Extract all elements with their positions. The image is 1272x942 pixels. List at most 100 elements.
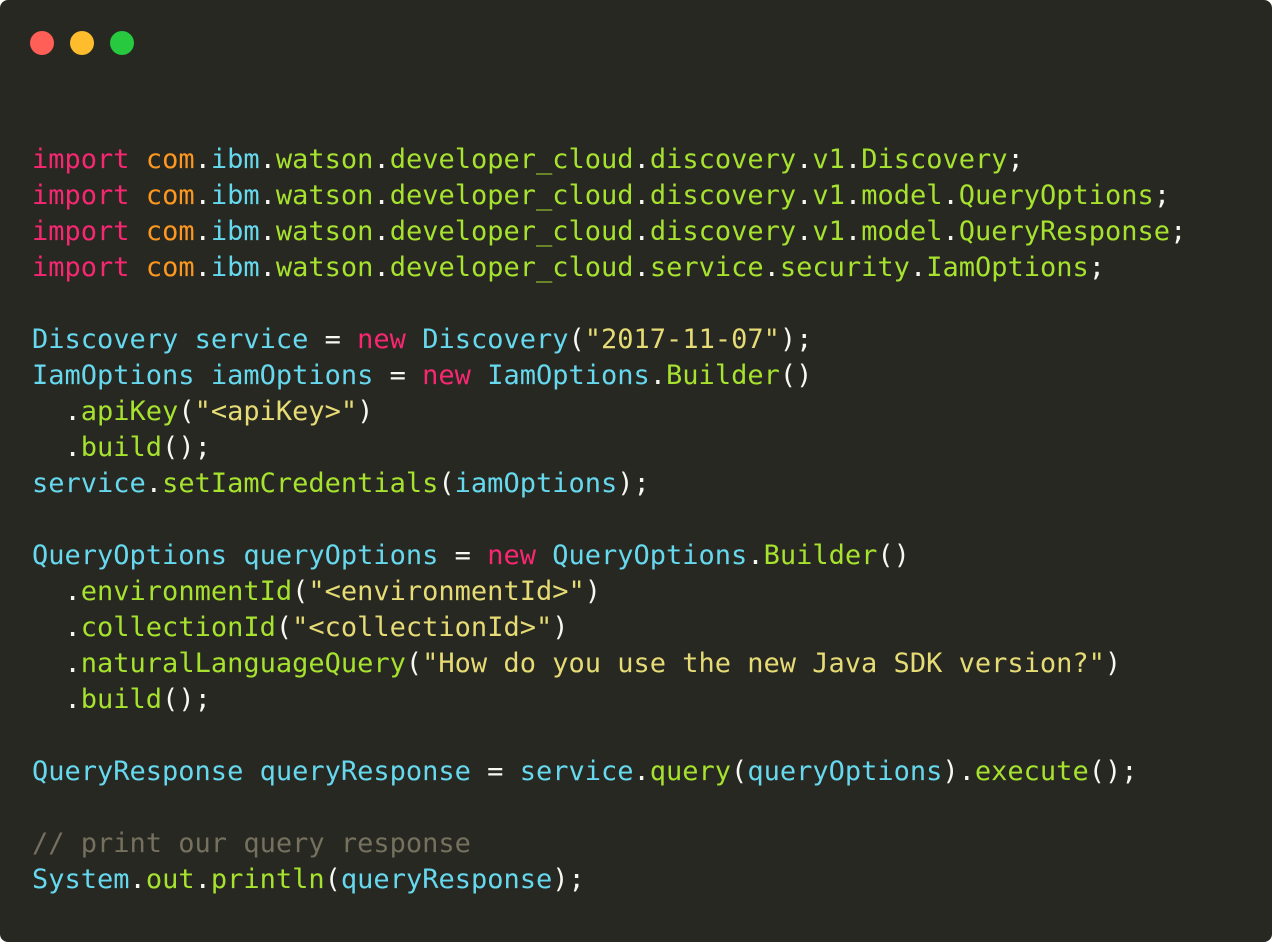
code-token: () — [779, 360, 813, 391]
code-token: apiKey — [80, 396, 179, 427]
code-token: com — [145, 180, 195, 211]
code-token: ); — [617, 468, 650, 499]
code-token: ( — [438, 468, 455, 499]
code-token: model — [861, 180, 943, 211]
code-line: .naturalLanguageQuery("How do you use th… — [32, 646, 1186, 682]
code-token: build — [80, 432, 163, 463]
code-token: ibm — [210, 180, 260, 211]
code-token: ) — [552, 612, 569, 643]
code-token: v1 — [812, 180, 845, 211]
code-token: com — [145, 252, 195, 283]
window-controls — [30, 31, 134, 55]
code-token: Discovery — [422, 324, 569, 355]
code-token: naturalLanguageQuery — [80, 648, 406, 679]
code-token: ( — [405, 648, 423, 679]
code-token: . — [796, 216, 813, 247]
code-token: model — [861, 216, 943, 247]
code-token: ( — [324, 864, 341, 895]
code-token: (); — [162, 432, 211, 463]
code-token: service — [32, 468, 146, 499]
code-token: . — [633, 180, 650, 211]
code-token: service — [519, 756, 634, 787]
code-token: . — [373, 252, 390, 283]
code-token: . — [194, 144, 211, 175]
code-token: . — [649, 360, 667, 391]
code-token: . — [32, 648, 81, 679]
code-line: Discovery service = new Discovery("2017-… — [32, 322, 1186, 358]
code-token: . — [32, 684, 81, 715]
code-token: . — [259, 252, 276, 283]
code-line: IamOptions iamOptions = new IamOptions.B… — [32, 358, 1186, 394]
code-token: ( — [292, 576, 309, 607]
code-token: ) — [584, 576, 601, 607]
code-line: QueryResponse queryResponse = service.qu… — [32, 754, 1186, 790]
code-token: IamOptions — [926, 252, 1089, 283]
code-token: . — [32, 396, 81, 427]
code-token: . — [194, 216, 211, 247]
minimize-button[interactable] — [70, 31, 94, 55]
code-token: = — [438, 540, 488, 571]
code-token: . — [259, 216, 276, 247]
code-token: QueryOptions — [958, 180, 1154, 211]
code-token: . — [32, 612, 81, 643]
code-token: iamOptions — [454, 468, 618, 499]
code-token: QueryOptions — [552, 540, 748, 571]
code-token: collectionId — [80, 612, 276, 643]
code-token: import — [32, 252, 130, 283]
code-token: discovery — [649, 144, 797, 175]
code-token: IamOptions — [32, 360, 195, 391]
code-line: .environmentId("<environmentId>") — [32, 574, 1186, 610]
code-token: . — [373, 216, 390, 247]
code-token: = — [373, 360, 423, 391]
code-token: . — [844, 180, 862, 211]
code-token: ibm — [210, 144, 260, 175]
code-token: service — [194, 324, 309, 355]
code-token: . — [909, 252, 927, 283]
maximize-button[interactable] — [110, 31, 134, 55]
code-token: ; — [1088, 252, 1106, 283]
code-token: ) — [1104, 648, 1122, 679]
code-token: watson — [275, 216, 374, 247]
code-token: v1 — [812, 216, 845, 247]
code-token: iamOptions — [210, 360, 374, 391]
code-token: out — [145, 864, 195, 895]
code-line: .apiKey("<apiKey>") — [32, 394, 1186, 430]
close-button[interactable] — [30, 31, 54, 55]
code-token: . — [844, 144, 862, 175]
code-token: discovery — [649, 180, 797, 211]
code-token: developer_cloud — [389, 180, 634, 211]
code-token: . — [763, 252, 780, 283]
code-token: queryResponse — [340, 864, 553, 895]
code-token: "<apiKey>" — [194, 396, 358, 427]
code-token: System — [32, 864, 130, 895]
code-line: import com.ibm.watson.developer_cloud.di… — [32, 214, 1186, 250]
code-token: ( — [275, 612, 293, 643]
code-token: . — [633, 216, 650, 247]
code-token: ). — [942, 756, 975, 787]
code-line: .build(); — [32, 430, 1186, 466]
code-token: ; — [1153, 180, 1171, 211]
code-token: () — [877, 540, 910, 571]
code-token: Discovery — [32, 324, 179, 355]
code-token: ( — [178, 396, 195, 427]
code-token: query — [649, 756, 732, 787]
code-line: .collectionId("<collectionId>") — [32, 610, 1186, 646]
code-token: ( — [568, 324, 585, 355]
code-line: QueryOptions queryOptions = new QueryOpt… — [32, 538, 1186, 574]
code-line: // print our query response — [32, 826, 1186, 862]
code-token: developer_cloud — [389, 252, 634, 283]
code-line: import com.ibm.watson.developer_cloud.se… — [32, 250, 1186, 286]
code-token: QueryOptions — [32, 540, 228, 571]
code-token: . — [747, 540, 764, 571]
